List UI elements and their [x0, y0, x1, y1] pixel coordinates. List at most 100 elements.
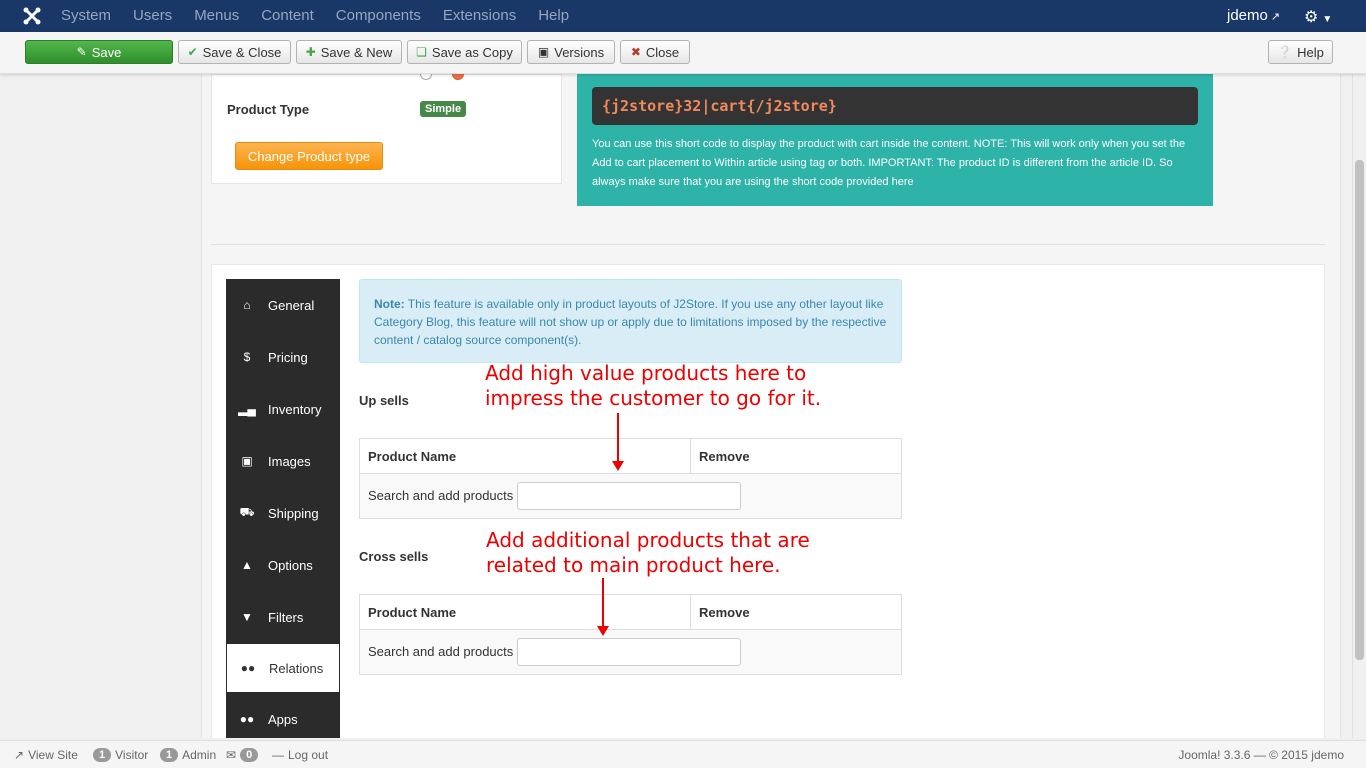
- table-header: Product Name Remove: [360, 595, 901, 630]
- tab-label: Shipping: [268, 505, 319, 521]
- save-button[interactable]: ✎ Save: [25, 40, 173, 64]
- menu-users[interactable]: Users: [122, 0, 183, 32]
- visitors-status: 1 Visitor: [93, 748, 148, 762]
- joomla-logo-icon[interactable]: [22, 6, 42, 26]
- truck-icon: ⛟: [239, 505, 255, 519]
- page-scrollbar[interactable]: [1352, 74, 1366, 738]
- main-menu: System Users Menus Content Components Ex…: [50, 0, 580, 32]
- save-close-label: Save & Close: [202, 44, 282, 60]
- tab-label: Options: [268, 557, 313, 573]
- check-icon: ✔: [187, 45, 198, 59]
- table-row: Search and add products: [360, 474, 901, 518]
- home-icon: ⌂: [243, 298, 251, 312]
- close-label: Close: [645, 44, 680, 60]
- help-label: Help: [1297, 44, 1324, 60]
- tab-images[interactable]: ▣ Images: [226, 435, 340, 487]
- menu-extensions[interactable]: Extensions: [432, 0, 527, 32]
- view-site-link[interactable]: ↗ View Site: [14, 748, 78, 762]
- visitor-count-badge: 1: [93, 748, 112, 762]
- tab-shipping[interactable]: ⛟ Shipping: [226, 487, 340, 539]
- menu-help[interactable]: Help: [527, 0, 580, 32]
- versions-button[interactable]: ▣ Versions: [527, 40, 615, 64]
- note-label: Note:: [374, 297, 405, 311]
- copy-icon: ❏: [416, 45, 427, 59]
- product-type-panel: Product Type Simple Change Product type: [211, 74, 562, 184]
- table-row: Search and add products: [360, 630, 901, 674]
- help-button[interactable]: ❔ Help: [1268, 40, 1333, 64]
- upsells-arrow: [612, 413, 624, 471]
- user-name: jdemo: [1227, 7, 1268, 24]
- save-new-label: Save & New: [320, 44, 393, 60]
- status-bar: ↗ View Site 1 Visitor 1 Admin ✉ 0 — Log out J…: [0, 740, 1366, 768]
- tab-filters[interactable]: ▼ Filters: [226, 591, 340, 643]
- menu-content[interactable]: Content: [250, 0, 325, 32]
- annotation-line: impress the customer to go for it.: [485, 386, 822, 410]
- product-type-label: Product Type: [227, 102, 310, 117]
- settings-dropdown[interactable]: ⚙ ▼: [1304, 7, 1332, 27]
- menu-system[interactable]: System: [50, 0, 122, 32]
- versions-label: Versions: [554, 44, 605, 60]
- search-label: Search and add products: [368, 488, 514, 503]
- tab-inventory[interactable]: ▂▄ Inventory: [226, 383, 340, 435]
- logout-label: Log out: [288, 748, 329, 762]
- crosssells-annotation: Add additional products that are related…: [486, 528, 810, 578]
- column-divider: [690, 439, 691, 474]
- minus-icon: —: [272, 748, 284, 762]
- annotation-line: Add high value products here to: [485, 361, 807, 385]
- envelope-icon: ✉: [226, 748, 237, 762]
- radio-option-selected[interactable]: [452, 74, 464, 80]
- tab-label: Inventory: [268, 401, 322, 417]
- save-new-button[interactable]: ✚ Save & New: [296, 40, 402, 64]
- toolbar: ✎ Save ✔ Save & Close ✚ Save & New ❏ Save as…: [0, 32, 1366, 74]
- cancel-icon: ✖: [630, 45, 641, 59]
- annotation-line: Add additional products that are: [486, 528, 810, 552]
- gear-icon: ⚙: [1304, 9, 1319, 26]
- messages-status[interactable]: ✉ 0: [226, 748, 259, 762]
- menu-components[interactable]: Components: [325, 0, 432, 32]
- product-tabs-panel: ⌂ General $ Pricing ▂▄ Inventory ▣ Images ⛟ S…: [211, 264, 1325, 738]
- dollar-icon: $: [243, 350, 251, 364]
- radio-option[interactable]: [420, 74, 432, 80]
- admin-label: Admin: [182, 748, 217, 762]
- change-product-type-button[interactable]: Change Product type: [235, 142, 383, 170]
- close-button[interactable]: ✖ Close: [620, 40, 690, 64]
- tab-label: General: [268, 297, 315, 313]
- tab-label: Relations: [269, 660, 324, 676]
- admin-count-badge: 1: [160, 748, 179, 762]
- message-count-badge: 0: [240, 748, 259, 762]
- upsells-label: Up sells: [359, 393, 409, 408]
- user-link[interactable]: jdemo ↗: [1227, 0, 1280, 33]
- users-icon: ●●: [239, 712, 255, 726]
- users-icon: ●●: [240, 661, 256, 675]
- tab-general[interactable]: ⌂ General: [226, 279, 340, 331]
- tab-options[interactable]: ▲ Options: [226, 539, 340, 591]
- upsells-search-input[interactable]: [517, 482, 741, 510]
- save-copy-label: Save as Copy: [431, 44, 513, 60]
- column-remove: Remove: [699, 605, 750, 620]
- tab-label: Apps: [268, 711, 298, 727]
- tab-relations[interactable]: ●● Relations: [226, 643, 340, 693]
- table-header: Product Name Remove: [360, 439, 901, 474]
- menu-menus[interactable]: Menus: [183, 0, 250, 32]
- crosssells-arrow: [597, 578, 609, 636]
- search-label: Search and add products: [368, 644, 514, 659]
- product-type-badge: Simple: [420, 101, 467, 117]
- column-divider: [690, 595, 691, 630]
- tab-apps[interactable]: ●● Apps: [226, 693, 340, 738]
- tab-label: Pricing: [268, 349, 308, 365]
- save-copy-button[interactable]: ❏ Save as Copy: [407, 40, 522, 64]
- column-product-name: Product Name: [368, 605, 457, 620]
- upsells-table: Product Name Remove Search and add produ…: [359, 438, 902, 519]
- column-remove: Remove: [699, 449, 750, 464]
- crosssells-search-input[interactable]: [517, 638, 741, 666]
- external-link-icon: ↗: [1270, 11, 1281, 23]
- tab-pricing[interactable]: $ Pricing: [226, 331, 340, 383]
- caret-down-icon: ▼: [1322, 14, 1333, 25]
- annotation-line: related to main product here.: [486, 553, 781, 577]
- save-close-button[interactable]: ✔ Save & Close: [178, 40, 291, 64]
- radio-group: [420, 74, 470, 80]
- logout-link[interactable]: — Log out: [272, 748, 328, 762]
- scrollbar-thumb[interactable]: [1355, 160, 1364, 660]
- shortcode-panel: {j2store}32|cart{/j2store} You can use t…: [577, 74, 1213, 206]
- shortcode-value[interactable]: {j2store}32|cart{/j2store}: [592, 87, 1198, 125]
